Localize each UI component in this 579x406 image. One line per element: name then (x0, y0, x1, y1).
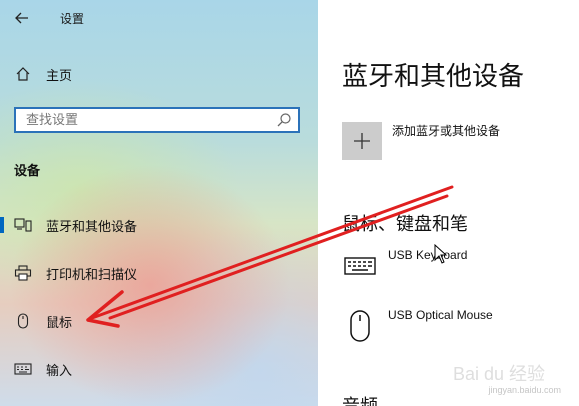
mouse-icon (14, 312, 32, 330)
audio-heading: 音频 (342, 392, 378, 406)
mouse-icon (342, 308, 378, 344)
watermark-brand: Bai du 经验 (453, 364, 545, 384)
back-arrow-icon (15, 12, 28, 24)
add-device-label[interactable]: 添加蓝牙或其他设备 (392, 122, 500, 139)
devices-heading: 鼠标、键盘和笔 (342, 214, 468, 235)
home-icon (14, 65, 32, 83)
sidebar-item-home[interactable]: 主页 (0, 57, 318, 91)
sidebar-item-label: 打印机和扫描仪 (46, 267, 138, 283)
baidu-paw-icon: Bai du 经验 (453, 364, 545, 384)
sidebar-item-printers[interactable]: 打印机和扫描仪 (0, 256, 318, 290)
app-title: 设置 (60, 12, 85, 26)
search-input[interactable] (16, 109, 266, 132)
printer-icon (14, 264, 32, 282)
add-device-button[interactable] (342, 122, 382, 160)
sidebar-item-label: 蓝牙和其他设备 (46, 219, 138, 235)
search-box[interactable] (14, 107, 300, 133)
page-title: 蓝牙和其他设备 (342, 62, 525, 92)
device-usb-keyboard[interactable]: USB Keyboard (342, 248, 579, 292)
sidebar-item-label: 鼠标 (46, 315, 73, 331)
sidebar-item-label: 主页 (46, 68, 73, 84)
plus-icon (354, 133, 370, 149)
watermark-url: jingyan.baidu.com (488, 385, 561, 395)
title-bar: 设置 (0, 0, 318, 36)
main-panel: 蓝牙和其他设备 添加蓝牙或其他设备 鼠标、键盘和笔 USB Keyboard U… (318, 0, 579, 406)
mouse-cursor-icon (434, 244, 448, 264)
device-name: USB Optical Mouse (388, 308, 493, 322)
sidebar-item-mouse[interactable]: 鼠标 (0, 304, 318, 338)
keyboard-icon (342, 248, 378, 284)
search-icon[interactable] (276, 112, 292, 128)
keyboard-icon (14, 360, 32, 378)
bluetooth-devices-icon (14, 216, 32, 234)
device-usb-optical-mouse[interactable]: USB Optical Mouse (342, 308, 579, 352)
watermark: Bai du 经验 jingyan.baidu.com (451, 360, 571, 398)
sidebar-item-label: 输入 (46, 363, 73, 379)
section-heading: 设备 (14, 164, 41, 179)
sidebar: 设置 主页 设备 蓝牙和其他设备 (0, 0, 318, 406)
back-button[interactable] (10, 6, 34, 30)
sidebar-item-typing[interactable]: 输入 (0, 352, 318, 386)
sidebar-item-bluetooth[interactable]: 蓝牙和其他设备 (0, 208, 318, 242)
device-name: USB Keyboard (388, 248, 468, 262)
